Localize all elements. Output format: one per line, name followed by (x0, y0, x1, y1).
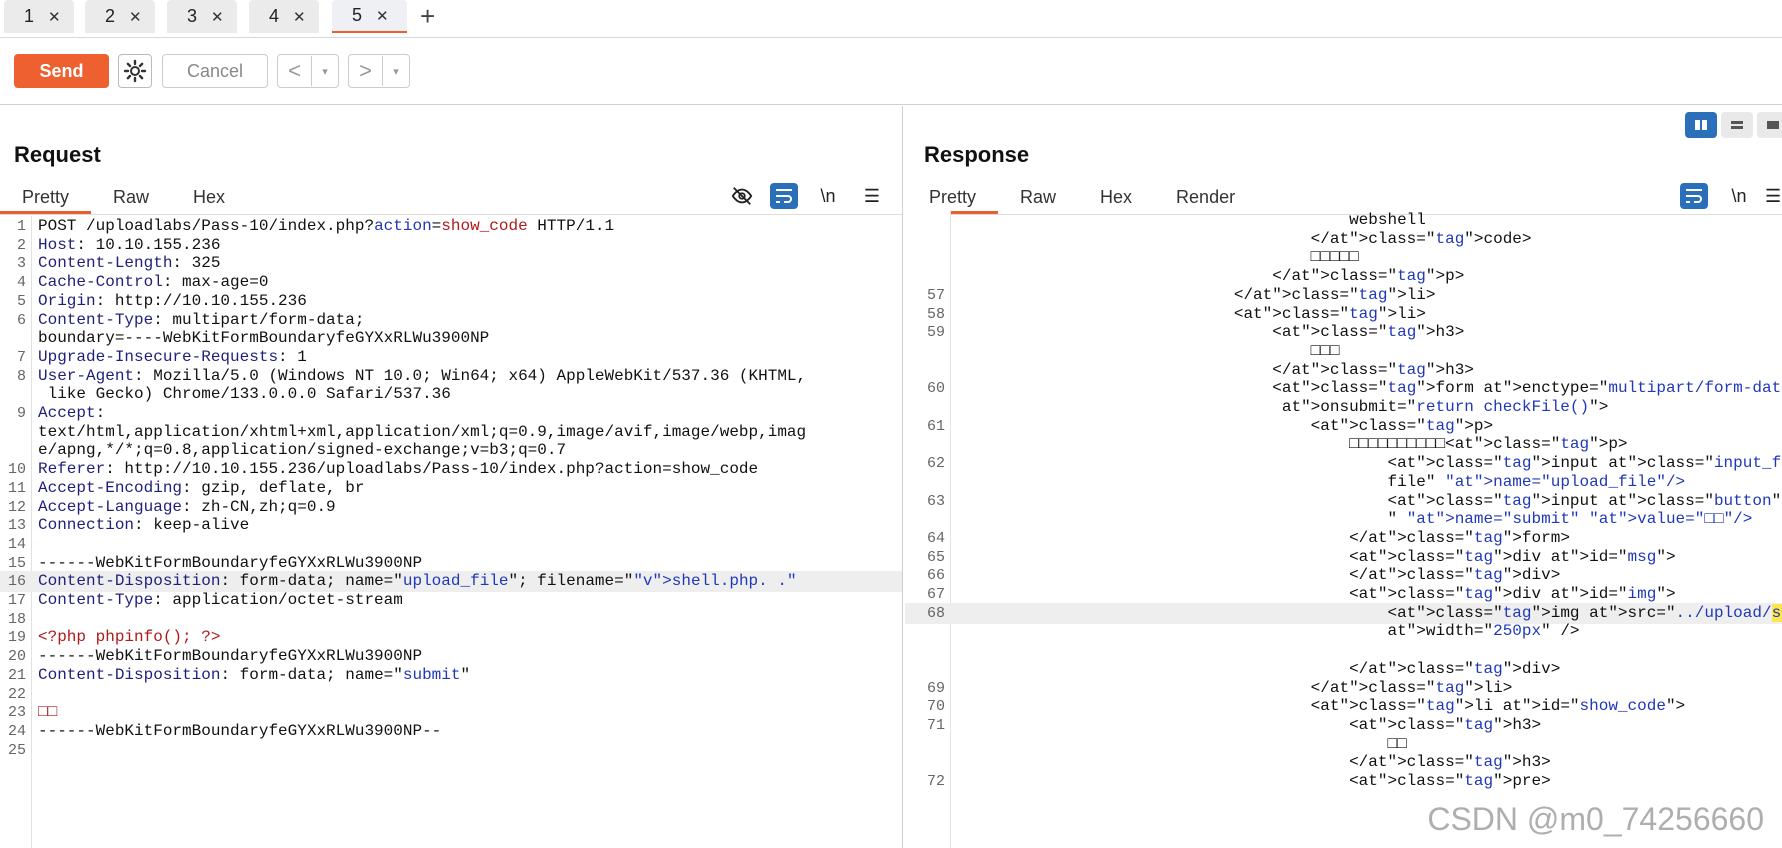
close-icon[interactable]: ✕ (129, 8, 142, 26)
repeater-tab-bar: 1 ✕ 2 ✕ 3 ✕ 4 ✕ 5 ✕ + (0, 0, 1782, 38)
divider (0, 214, 902, 215)
response-title: Response (924, 142, 1030, 167)
add-tab-icon[interactable]: + (420, 1, 435, 32)
chevron-left-icon: < (278, 56, 312, 86)
send-button[interactable]: Send (14, 54, 109, 88)
tab-label: 2 (105, 6, 116, 26)
newline-icon[interactable]: \n (1725, 182, 1753, 210)
line-text: <at">class="tag">pre> (965, 772, 1551, 790)
request-title: Request (14, 142, 101, 167)
tab-2[interactable]: 2 ✕ (85, 0, 155, 33)
split-view-icon[interactable] (1685, 112, 1717, 138)
tab-4[interactable]: 4 ✕ (249, 0, 319, 33)
tab-label: 5 (352, 5, 363, 25)
chevron-down-icon[interactable]: ▾ (312, 65, 338, 78)
tab-render[interactable]: Render (1154, 180, 1257, 214)
tab-pretty[interactable]: Pretty (907, 180, 999, 214)
request-editor[interactable]: 1 POST /uploadlabs/Pass-10/index.php?acti… (0, 216, 902, 848)
hide-icon[interactable] (728, 182, 756, 210)
code-line[interactable]: 25 (0, 740, 902, 761)
menu-icon[interactable]: ☰ (1765, 182, 1782, 210)
close-icon[interactable]: ✕ (211, 8, 224, 26)
stacked-view-icon[interactable] (1721, 112, 1753, 138)
menu-icon[interactable]: ☰ (858, 182, 886, 210)
watermark: CSDN @m0_74256660 (1427, 801, 1764, 837)
prev-button[interactable]: < ▾ (277, 54, 339, 88)
tab-label: 4 (269, 6, 280, 26)
tab-raw[interactable]: Raw (998, 180, 1078, 214)
tab-3[interactable]: 3 ✕ (167, 0, 237, 33)
chevron-right-icon: > (349, 56, 383, 86)
cancel-button[interactable]: Cancel (162, 54, 268, 88)
line-number: 72 (926, 773, 945, 790)
line-number: 25 (7, 741, 26, 759)
close-icon[interactable]: ✕ (48, 8, 61, 26)
tab-raw[interactable]: Raw (91, 180, 171, 214)
request-toolbar: Send Cancel < ▾ > ▾ (0, 39, 1782, 105)
newline-icon[interactable]: \n (814, 182, 842, 210)
code-line[interactable]: 72 <at">class="tag">pre> (905, 771, 1782, 792)
request-pane: Request Pretty Raw Hex \n ☰ 1 POST /uploa… (0, 106, 903, 848)
response-view-tabs: Pretty Raw Hex Render (907, 180, 1257, 214)
chevron-down-icon[interactable]: ▾ (383, 65, 409, 78)
tab-label: 1 (24, 6, 35, 26)
tab-label: 3 (187, 6, 198, 26)
tab-5[interactable]: 5 ✕ (332, 0, 407, 33)
tab-1[interactable]: 1 ✕ (4, 0, 74, 33)
request-view-tabs: Pretty Raw Hex (0, 180, 247, 214)
next-button[interactable]: > ▾ (348, 54, 410, 88)
gear-icon[interactable] (118, 54, 152, 88)
word-wrap-icon[interactable] (770, 183, 798, 209)
response-viewer[interactable]: webshell </at">class="tag">code> □□□□□ <… (905, 210, 1782, 848)
tab-hex[interactable]: Hex (1078, 180, 1154, 214)
tab-hex[interactable]: Hex (171, 180, 247, 214)
single-view-icon[interactable] (1757, 112, 1782, 138)
layout-switcher (1685, 112, 1782, 138)
close-icon[interactable]: ✕ (293, 8, 306, 26)
response-pane: Response Pretty Raw Hex Render \n ☰ webs… (905, 106, 1782, 848)
word-wrap-icon[interactable] (1680, 183, 1708, 209)
close-icon[interactable]: ✕ (376, 7, 389, 25)
tab-pretty[interactable]: Pretty (0, 180, 92, 214)
